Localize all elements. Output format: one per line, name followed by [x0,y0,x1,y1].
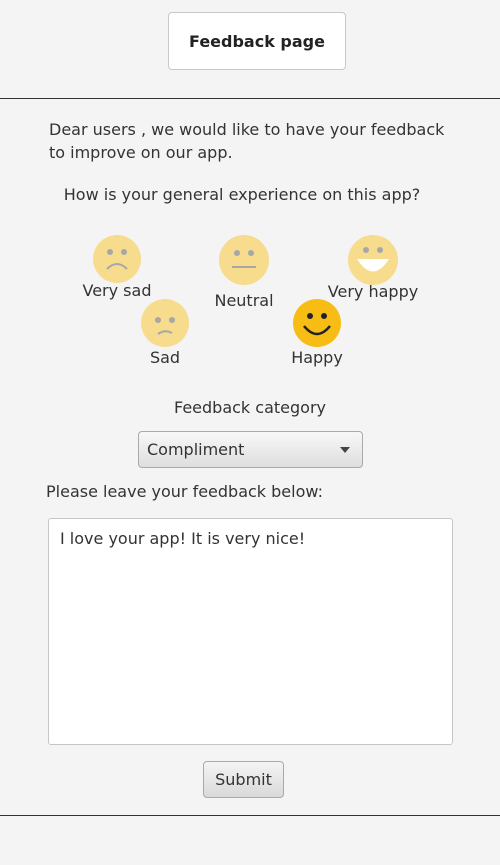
mood-happy[interactable]: Happy [278,298,356,368]
feedback-prompt-label: Please leave your feedback below: [46,482,323,501]
mood-sad[interactable]: Sad [126,298,204,368]
mood-very-happy[interactable]: Very happy [321,234,425,302]
mood-very-sad[interactable]: Very sad [78,234,156,301]
neutral-face-icon [219,235,269,285]
intro-text: Dear users , we would like to have your … [49,120,445,162]
mood-neutral-label: Neutral [214,291,274,310]
mood-sad-label: Sad [149,348,181,367]
bottom-divider [0,815,500,816]
mood-happy-label: Happy [291,348,343,367]
feedback-textarea[interactable]: I love your app! It is very nice! [48,518,453,745]
very-happy-face-icon [348,235,398,285]
feedback-category-label: Feedback category [174,398,326,417]
feedback-category-select[interactable]: Compliment [138,431,363,468]
page-title: Feedback page [168,12,346,70]
feedback-category-value: Compliment [147,440,245,459]
top-divider [0,98,500,99]
sad-face-icon [141,299,189,347]
mood-neutral[interactable]: Neutral [205,234,283,311]
experience-question: How is your general experience on this a… [63,185,421,204]
happy-face-icon [293,299,341,347]
very-sad-face-icon [93,235,141,283]
chevron-down-icon [340,446,350,453]
submit-button[interactable]: Submit [203,761,284,798]
